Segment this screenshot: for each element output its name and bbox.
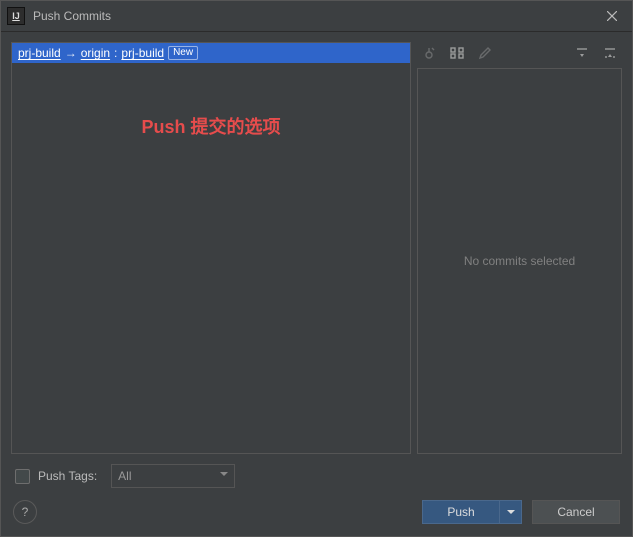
group-icon bbox=[450, 46, 464, 60]
main-area: prj-build → origin : prj-build New Push … bbox=[1, 32, 632, 454]
app-icon: IJ bbox=[7, 7, 25, 25]
cherry-pick-icon bbox=[422, 46, 436, 60]
remote-name: origin bbox=[81, 46, 110, 60]
pencil-icon bbox=[478, 46, 492, 60]
footer-options: Push Tags: All bbox=[1, 454, 632, 494]
close-button[interactable] bbox=[598, 6, 626, 26]
chevron-down-icon bbox=[220, 472, 228, 476]
push-tags-checkbox[interactable] bbox=[15, 469, 30, 484]
push-tags-select[interactable]: All bbox=[111, 464, 235, 488]
push-button[interactable]: Push bbox=[422, 500, 500, 524]
new-badge: New bbox=[168, 46, 198, 60]
commits-toolbar bbox=[417, 42, 622, 68]
collapse-icon bbox=[603, 46, 617, 60]
push-tags-value: All bbox=[118, 469, 131, 483]
commits-panel: No commits selected bbox=[417, 42, 622, 454]
push-button-group: Push bbox=[422, 500, 522, 524]
collapse-all-button[interactable] bbox=[602, 45, 618, 61]
remote-branch: prj-build bbox=[121, 46, 164, 60]
branch-row[interactable]: prj-build → origin : prj-build New bbox=[12, 43, 410, 63]
expand-icon bbox=[575, 46, 589, 60]
local-branch: prj-build bbox=[18, 46, 61, 60]
edit-button[interactable] bbox=[477, 45, 493, 61]
footer-buttons: ? Push Cancel bbox=[1, 494, 632, 536]
cherry-pick-button[interactable] bbox=[421, 45, 437, 61]
chevron-down-icon bbox=[507, 510, 515, 514]
window-title: Push Commits bbox=[33, 9, 598, 23]
push-commits-dialog: IJ Push Commits prj-build → origin : prj… bbox=[0, 0, 633, 537]
colon: : bbox=[114, 46, 117, 60]
expand-all-button[interactable] bbox=[574, 45, 590, 61]
close-icon bbox=[607, 11, 617, 21]
group-by-button[interactable] bbox=[449, 45, 465, 61]
branch-list-panel: prj-build → origin : prj-build New Push … bbox=[11, 42, 411, 454]
titlebar: IJ Push Commits bbox=[1, 1, 632, 32]
cancel-button[interactable]: Cancel bbox=[532, 500, 620, 524]
annotation-overlay: Push 提交的选项 bbox=[12, 113, 410, 139]
empty-commits-text: No commits selected bbox=[464, 254, 575, 268]
commits-body: No commits selected bbox=[417, 68, 622, 454]
arrow-icon: → bbox=[65, 46, 77, 60]
push-dropdown-button[interactable] bbox=[500, 500, 522, 524]
push-tags-label: Push Tags: bbox=[38, 469, 97, 483]
help-button[interactable]: ? bbox=[13, 500, 37, 524]
